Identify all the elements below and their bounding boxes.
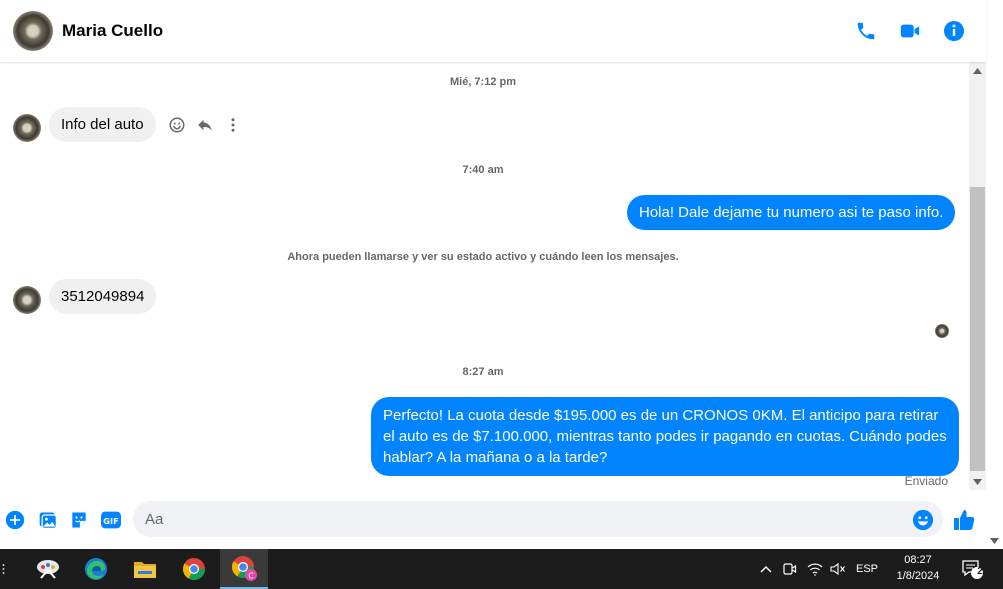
add-icon[interactable] [4,509,26,531]
message-composer: GIF [0,495,986,545]
chrome-profile-icon[interactable]: C [220,549,268,589]
message-actions [166,114,244,136]
scroll-thumb[interactable] [970,187,985,471]
notification-center-icon[interactable]: 2 [957,549,987,589]
reply-icon[interactable] [194,114,216,136]
notification-count: 2 [977,566,983,577]
scroll-down-icon[interactable] [969,473,986,490]
meet-now-icon[interactable] [781,549,799,589]
timestamp: 7:40 am [462,164,504,176]
file-explorer-icon[interactable] [121,549,169,589]
timestamp: Mié, 7:12 pm [449,76,517,88]
message-bubble-incoming[interactable]: Info del auto [49,107,156,142]
message-bubble-outgoing[interactable]: Perfecto! La cuota desde $195.000 es de … [371,397,959,476]
svg-text:GIF: GIF [103,516,119,526]
chat-header: Maria Cuello [0,0,986,62]
message-status: Enviado [904,474,948,488]
message-list[interactable]: Mié, 7:12 pm Info del auto 7:40 am Hola!… [0,62,969,492]
emoji-icon[interactable] [912,509,934,531]
message-bubble-outgoing[interactable]: Hola! Dale dejame tu numero asi te paso … [627,195,956,230]
system-notice: Ahora pueden llamarse y ver su estado ac… [287,251,679,263]
contact-avatar[interactable] [13,11,53,51]
tray-overflow-chevron-icon[interactable] [757,549,775,589]
video-camera-icon[interactable] [897,18,923,44]
info-icon[interactable] [941,18,967,44]
window-scroll-down-icon[interactable] [986,532,1003,549]
react-emoji-icon[interactable] [166,114,188,136]
message-input[interactable] [133,501,943,537]
phone-icon[interactable] [853,18,879,44]
svg-text:C: C [248,572,254,581]
edge-icon[interactable] [72,549,120,589]
window-edge [986,0,1003,549]
language-indicator[interactable]: ESP [852,549,882,589]
contact-avatar-small[interactable] [13,114,41,142]
message-bubble-incoming[interactable]: 3512049894 [49,279,157,314]
gif-icon[interactable]: GIF [99,509,123,531]
scroll-up-icon[interactable] [969,62,986,79]
clock-date: 1/8/2024 [896,570,940,582]
timestamp: 8:27 am [462,366,504,378]
wifi-icon[interactable] [805,549,825,589]
contact-avatar-small[interactable] [13,286,41,314]
volume-muted-icon[interactable] [828,549,848,589]
messenger-window: Maria Cuello Mié, 7:12 pm Info del auto [0,0,1003,589]
snipping-tool-icon[interactable] [24,549,72,589]
more-options-icon[interactable] [222,114,244,136]
chrome-icon[interactable] [170,549,218,589]
sticker-icon[interactable] [68,509,90,531]
like-icon[interactable] [952,509,976,531]
chat-scrollbar[interactable] [969,62,986,490]
contact-name[interactable]: Maria Cuello [62,21,163,41]
system-clock[interactable]: 08:27 1/8/2024 [880,552,956,584]
photo-icon[interactable] [37,509,59,531]
clock-time: 08:27 [904,554,932,566]
taskbar-edge-marker [2,561,5,577]
windows-taskbar: C ESP 08:27 1/8/2024 2 [0,549,1003,589]
read-receipt-avatar [935,324,949,338]
